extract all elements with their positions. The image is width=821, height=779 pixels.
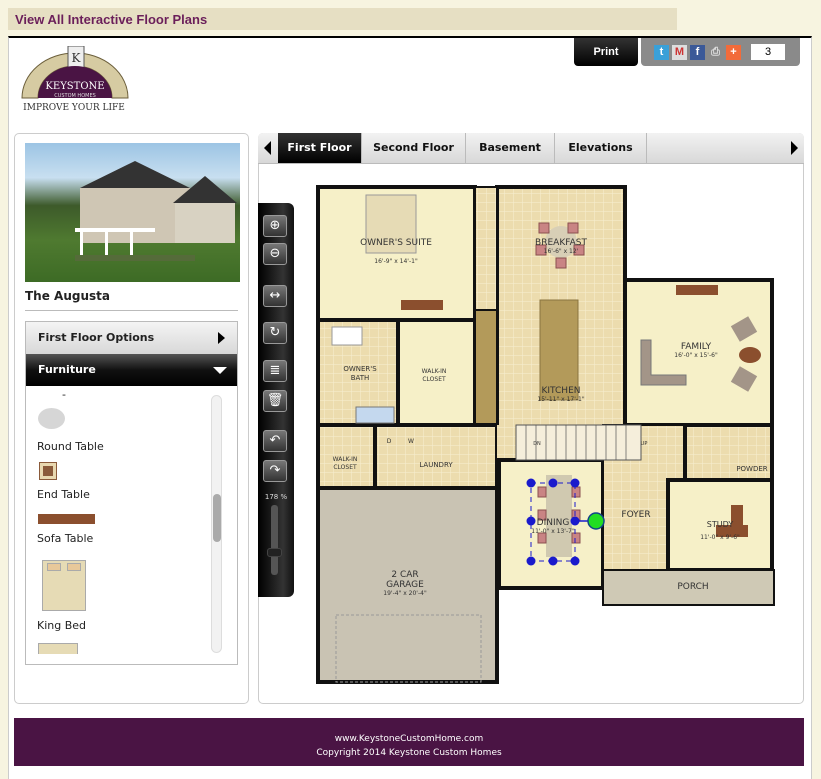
twitter-icon[interactable]: t bbox=[654, 45, 669, 60]
room-label: CLOSET bbox=[333, 464, 357, 471]
share-count: 3 bbox=[751, 44, 785, 60]
zoom-level: 178 % bbox=[264, 493, 288, 501]
room-label: OWNER'S SUITE bbox=[360, 238, 432, 248]
fit-width-icon[interactable]: ↔ bbox=[263, 285, 287, 307]
footer-url[interactable]: www.KeystoneCustomHome.com bbox=[14, 732, 804, 746]
room-dims: 19'-4" x 20'-4" bbox=[383, 590, 427, 597]
accordion-label: First Floor Options bbox=[38, 331, 155, 344]
furniture-item-label[interactable]: End Table bbox=[37, 488, 90, 501]
washer-label: W bbox=[408, 438, 414, 445]
accordion-furniture[interactable]: Furniture bbox=[26, 354, 237, 386]
furniture-item-label[interactable]: Sofa Table bbox=[37, 532, 93, 545]
room-dims: 15'-11" x 17'-1" bbox=[537, 396, 584, 403]
svg-text:K: K bbox=[72, 51, 82, 65]
room-label: DINING bbox=[537, 518, 570, 528]
home-name: The Augusta bbox=[25, 289, 110, 303]
room-label: WALK-IN bbox=[422, 368, 447, 375]
room-label: KITCHEN bbox=[542, 386, 581, 396]
room-label: GARAGE bbox=[386, 580, 424, 590]
notes-icon[interactable]: ≣ bbox=[263, 360, 287, 382]
chevron-right-icon bbox=[218, 332, 225, 344]
dryer-label: D bbox=[387, 438, 392, 445]
room-dims: 16'-6" x 12' bbox=[544, 248, 579, 255]
facebook-icon[interactable]: f bbox=[690, 45, 705, 60]
room-label: LAUNDRY bbox=[419, 461, 453, 469]
scrollbar-thumb[interactable] bbox=[213, 493, 221, 542]
room-label: PORCH bbox=[677, 582, 708, 592]
room-dims: 16'-0" x 15'-6" bbox=[674, 352, 718, 359]
sofa-table-icon[interactable] bbox=[38, 514, 95, 524]
divider bbox=[25, 310, 238, 311]
chevron-down-icon bbox=[213, 367, 227, 374]
zoom-slider-handle[interactable] bbox=[267, 547, 282, 557]
home-elevation-image bbox=[25, 143, 240, 282]
stairs-up-label: UP bbox=[641, 441, 648, 447]
tabs-prev-arrow-icon[interactable] bbox=[264, 141, 271, 155]
room-label: STUDY bbox=[707, 520, 734, 529]
delete-icon[interactable]: 🗑 bbox=[263, 390, 287, 412]
zoom-in-icon[interactable]: ⊕ bbox=[263, 215, 287, 237]
kitchen-island[interactable] bbox=[539, 299, 579, 401]
accordion-label: Furniture bbox=[38, 363, 96, 376]
print-icon[interactable]: ⎙ bbox=[708, 45, 723, 60]
room-label: CLOSET bbox=[422, 376, 446, 383]
round-table-icon[interactable] bbox=[38, 408, 65, 429]
furniture-item-label: - bbox=[62, 388, 66, 401]
room-label: 2 CAR bbox=[391, 570, 418, 580]
rotate-icon[interactable]: ↻ bbox=[263, 322, 287, 344]
zoom-slider[interactable] bbox=[267, 505, 282, 575]
king-bed-icon[interactable] bbox=[42, 560, 86, 611]
end-table-icon[interactable] bbox=[39, 462, 57, 480]
addthis-plus-icon[interactable]: + bbox=[726, 45, 741, 60]
print-button[interactable]: Print bbox=[574, 38, 638, 66]
footer-copyright: Copyright 2014 Keystone Custom Homes bbox=[316, 748, 502, 758]
view-all-floor-plans-link[interactable]: View All Interactive Floor Plans bbox=[8, 8, 677, 30]
options-box: First Floor Options Furniture - Round Ta… bbox=[25, 321, 238, 665]
furniture-item-label[interactable]: Round Table bbox=[37, 440, 104, 453]
tab-first-floor[interactable]: First Floor bbox=[278, 133, 362, 163]
room-laundry[interactable] bbox=[373, 423, 499, 490]
svg-text:KEYSTONE: KEYSTONE bbox=[45, 81, 104, 92]
svg-text:CUSTOM HOMES: CUSTOM HOMES bbox=[54, 93, 96, 99]
room-dims: 11'-0" x 9'-6" bbox=[700, 534, 740, 541]
share-bar: t M f ⎙ + 3 bbox=[641, 38, 800, 66]
room-label: BATH bbox=[351, 374, 370, 382]
accordion-first-floor-options[interactable]: First Floor Options bbox=[26, 322, 237, 354]
room-label: POWDER bbox=[736, 465, 767, 473]
tabs-next-arrow-icon[interactable] bbox=[791, 141, 798, 155]
plan-toolbar: ⊕ ⊖ ↔ ↻ ≣ 🗑 ↶ ↷ 178 % bbox=[258, 203, 294, 597]
floor-tabs: First Floor Second Floor Basement Elevat… bbox=[258, 133, 804, 164]
tab-elevations[interactable]: Elevations bbox=[555, 133, 647, 163]
room-label: WALK-IN bbox=[333, 456, 358, 463]
tab-second-floor[interactable]: Second Floor bbox=[362, 133, 466, 163]
gmail-icon[interactable]: M bbox=[672, 45, 687, 60]
room-dims: 11'-0" x 13'-7" bbox=[531, 528, 575, 535]
tab-basement[interactable]: Basement bbox=[466, 133, 555, 163]
stairs-down-label: DN bbox=[533, 441, 541, 447]
svg-text:IMPROVE YOUR LIFE: IMPROVE YOUR LIFE bbox=[23, 103, 125, 113]
keystone-logo: K KEYSTONE CUSTOM HOMES IMPROVE YOUR LIF… bbox=[21, 46, 129, 113]
room-label: FOYER bbox=[621, 510, 650, 520]
furniture-scrollbar[interactable] bbox=[211, 395, 222, 653]
furniture-item-label[interactable]: King Bed bbox=[37, 619, 86, 632]
room-label: BREAKFAST bbox=[535, 238, 587, 248]
queen-bed-icon[interactable] bbox=[38, 643, 78, 654]
footer: www.KeystoneCustomHome.com Copyright 201… bbox=[14, 718, 804, 766]
zoom-out-icon[interactable]: ⊖ bbox=[263, 243, 287, 265]
room-dims: 16'-9" x 14'-1" bbox=[374, 258, 418, 265]
room-label: FAMILY bbox=[681, 342, 712, 352]
undo-icon[interactable]: ↶ bbox=[263, 430, 287, 452]
floor-plan[interactable]: OWNER'S SUITE 16'-9" x 14'-1" BREAKFAST … bbox=[316, 185, 776, 685]
room-label: OWNER'S bbox=[343, 365, 377, 373]
rotate-handle[interactable] bbox=[587, 512, 605, 530]
redo-icon[interactable]: ↷ bbox=[263, 460, 287, 482]
